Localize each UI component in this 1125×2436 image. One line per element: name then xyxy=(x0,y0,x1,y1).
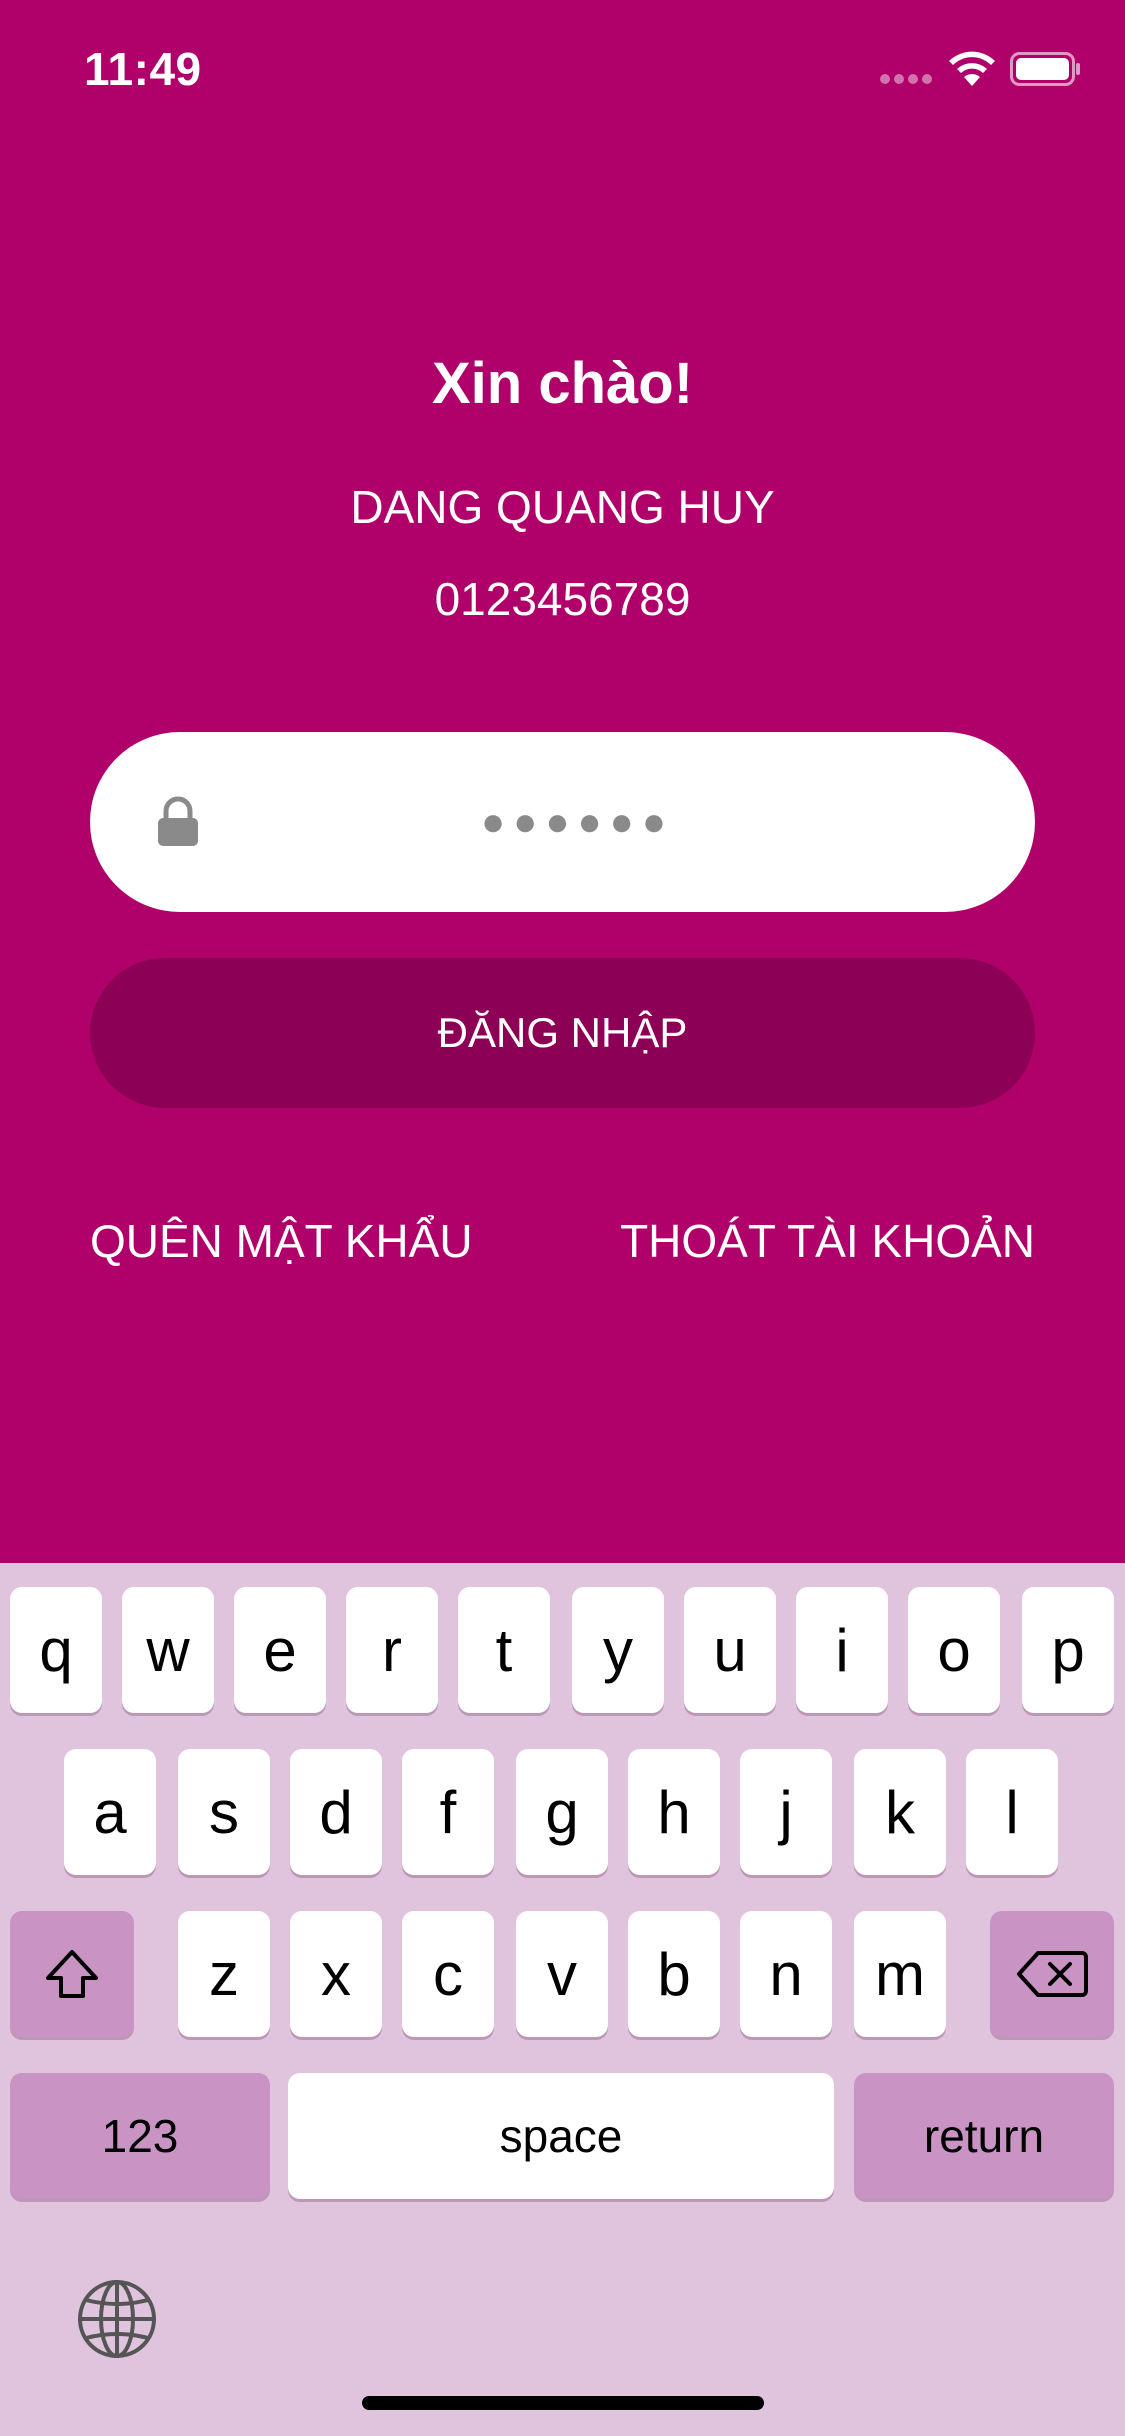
user-name: DANG QUANG HUY xyxy=(350,481,775,533)
key-e[interactable]: e xyxy=(234,1587,326,1713)
key-c[interactable]: c xyxy=(402,1911,494,2037)
key-v[interactable]: v xyxy=(516,1911,608,2037)
key-t[interactable]: t xyxy=(458,1587,550,1713)
key-b[interactable]: b xyxy=(628,1911,720,2037)
key-y[interactable]: y xyxy=(572,1587,664,1713)
login-button[interactable]: ĐĂNG NHẬP xyxy=(90,958,1035,1108)
key-d[interactable]: d xyxy=(290,1749,382,1875)
key-i[interactable]: i xyxy=(796,1587,888,1713)
numbers-key[interactable]: 123 xyxy=(10,2073,270,2199)
shift-icon xyxy=(46,1950,98,1998)
key-j[interactable]: j xyxy=(740,1749,832,1875)
backspace-icon xyxy=(1017,1951,1088,1997)
keyboard: q w e r t y u i o p a s d f g h j k l z … xyxy=(0,1563,1125,2436)
key-q[interactable]: q xyxy=(10,1587,102,1713)
battery-icon xyxy=(1010,52,1080,86)
key-k[interactable]: k xyxy=(854,1749,946,1875)
key-n[interactable]: n xyxy=(740,1911,832,2037)
key-h[interactable]: h xyxy=(628,1749,720,1875)
status-bar: 11:49 xyxy=(0,0,1125,140)
backspace-key[interactable] xyxy=(990,1911,1114,2037)
status-time: 11:49 xyxy=(84,43,202,95)
login-screen: 11:49 Xin chào! DANG QUANG HUY 012345678… xyxy=(0,0,1125,2436)
wifi-icon xyxy=(949,51,995,86)
key-f[interactable]: f xyxy=(402,1749,494,1875)
user-phone: 0123456789 xyxy=(434,573,691,625)
space-key[interactable]: space xyxy=(288,2073,834,2199)
password-value: ●●●●●● xyxy=(481,799,674,844)
logout-link[interactable]: THOÁT TÀI KHOẢN xyxy=(620,1214,1035,1268)
key-a[interactable]: a xyxy=(64,1749,156,1875)
key-g[interactable]: g xyxy=(516,1749,608,1875)
home-indicator[interactable] xyxy=(362,2396,764,2410)
forgot-password-link[interactable]: QUÊN MẬT KHẨU xyxy=(90,1214,473,1268)
key-p[interactable]: p xyxy=(1022,1587,1114,1713)
key-w[interactable]: w xyxy=(122,1587,214,1713)
key-s[interactable]: s xyxy=(178,1749,270,1875)
globe-icon[interactable] xyxy=(76,2278,158,2360)
key-x[interactable]: x xyxy=(290,1911,382,2037)
key-u[interactable]: u xyxy=(684,1587,776,1713)
key-r[interactable]: r xyxy=(346,1587,438,1713)
key-m[interactable]: m xyxy=(854,1911,946,2037)
key-o[interactable]: o xyxy=(908,1587,1000,1713)
greeting-title: Xin chào! xyxy=(431,351,694,416)
cellular-signal-icon xyxy=(880,74,934,84)
password-field[interactable]: ●●●●●● xyxy=(90,732,1035,912)
key-l[interactable]: l xyxy=(966,1749,1058,1875)
shift-key[interactable] xyxy=(10,1911,134,2037)
key-z[interactable]: z xyxy=(178,1911,270,2037)
return-key[interactable]: return xyxy=(854,2073,1114,2199)
